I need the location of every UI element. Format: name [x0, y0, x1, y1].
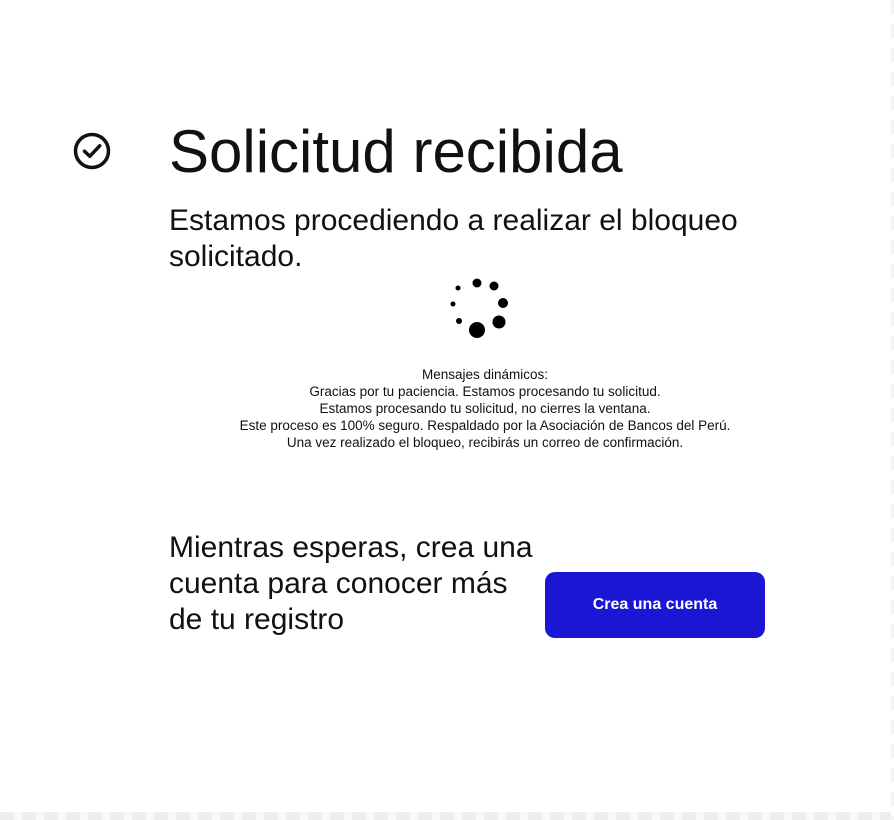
loading-spinner-icon [450, 278, 508, 338]
dynamic-message: Gracias por tu paciencia. Estamos proces… [309, 384, 661, 399]
account-promo-text: Mientras esperas, crea una cuenta para c… [169, 531, 533, 636]
bottom-edge [0, 812, 894, 820]
status-message: Estamos procediendo a realizar el bloque… [169, 204, 738, 273]
dynamic-message: Este proceso es 100% seguro. Respaldado … [239, 418, 731, 433]
dynamic-messages-heading: Mensajes dinámicos: [421, 367, 549, 382]
create-account-button[interactable]: Crea una cuenta [545, 572, 765, 638]
page-title: Solicitud recibida [169, 118, 623, 185]
check-circle-icon [73, 132, 111, 170]
dynamic-message: Una vez realizado el bloqueo, recibirás … [286, 435, 684, 450]
dynamic-message: Estamos procesando tu solicitud, no cier… [319, 401, 651, 416]
dynamic-messages: Mensajes dinámicos: Gracias por tu pacie… [140, 366, 830, 451]
